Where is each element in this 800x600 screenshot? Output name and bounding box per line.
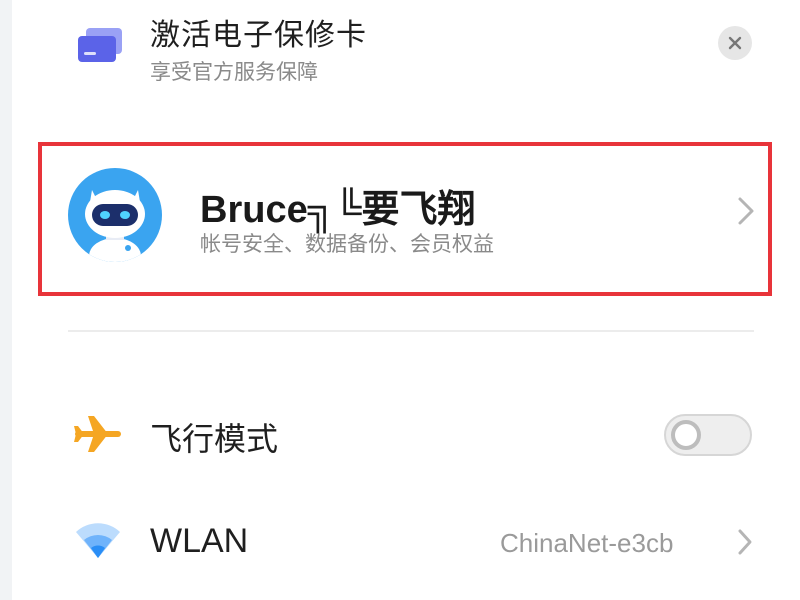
close-icon	[728, 36, 742, 50]
warranty-banner[interactable]: 激活电子保修卡 享受官方服务保障	[68, 0, 768, 100]
airplane-icon	[74, 416, 121, 452]
settings-page: 激活电子保修卡 享受官方服务保障 Bruce╗╚要飞翔 帐号安全、数据备份、会员	[0, 0, 800, 600]
robot-avatar[interactable]	[68, 168, 162, 262]
card-icon	[78, 28, 122, 62]
wlan-row[interactable]: WLAN ChinaNet-e3cb	[68, 502, 768, 582]
warranty-title: 激活电子保修卡	[150, 18, 367, 53]
account-row[interactable]: Bruce╗╚要飞翔 帐号安全、数据备份、会员权益	[38, 142, 772, 296]
robot-avatar-image	[85, 190, 145, 262]
chevron-right-icon	[738, 197, 754, 225]
account-subtitle: 帐号安全、数据备份、会员权益	[200, 232, 494, 256]
airplane-mode-toggle[interactable]	[664, 414, 752, 456]
chevron-right-icon	[738, 529, 752, 555]
wifi-icon	[76, 523, 120, 558]
account-name: Bruce╗╚要飞翔	[200, 189, 476, 231]
toggle-knob	[671, 420, 701, 450]
airplane-mode-row[interactable]: 飞行模式	[68, 396, 768, 476]
warranty-subtitle: 享受官方服务保障	[150, 60, 318, 84]
close-button[interactable]	[718, 26, 752, 60]
wlan-network-name: ChinaNet-e3cb	[500, 528, 674, 558]
left-edge	[0, 0, 12, 600]
section-divider	[68, 330, 754, 332]
wlan-label: WLAN	[150, 522, 249, 560]
airplane-mode-label: 飞行模式	[150, 420, 279, 458]
